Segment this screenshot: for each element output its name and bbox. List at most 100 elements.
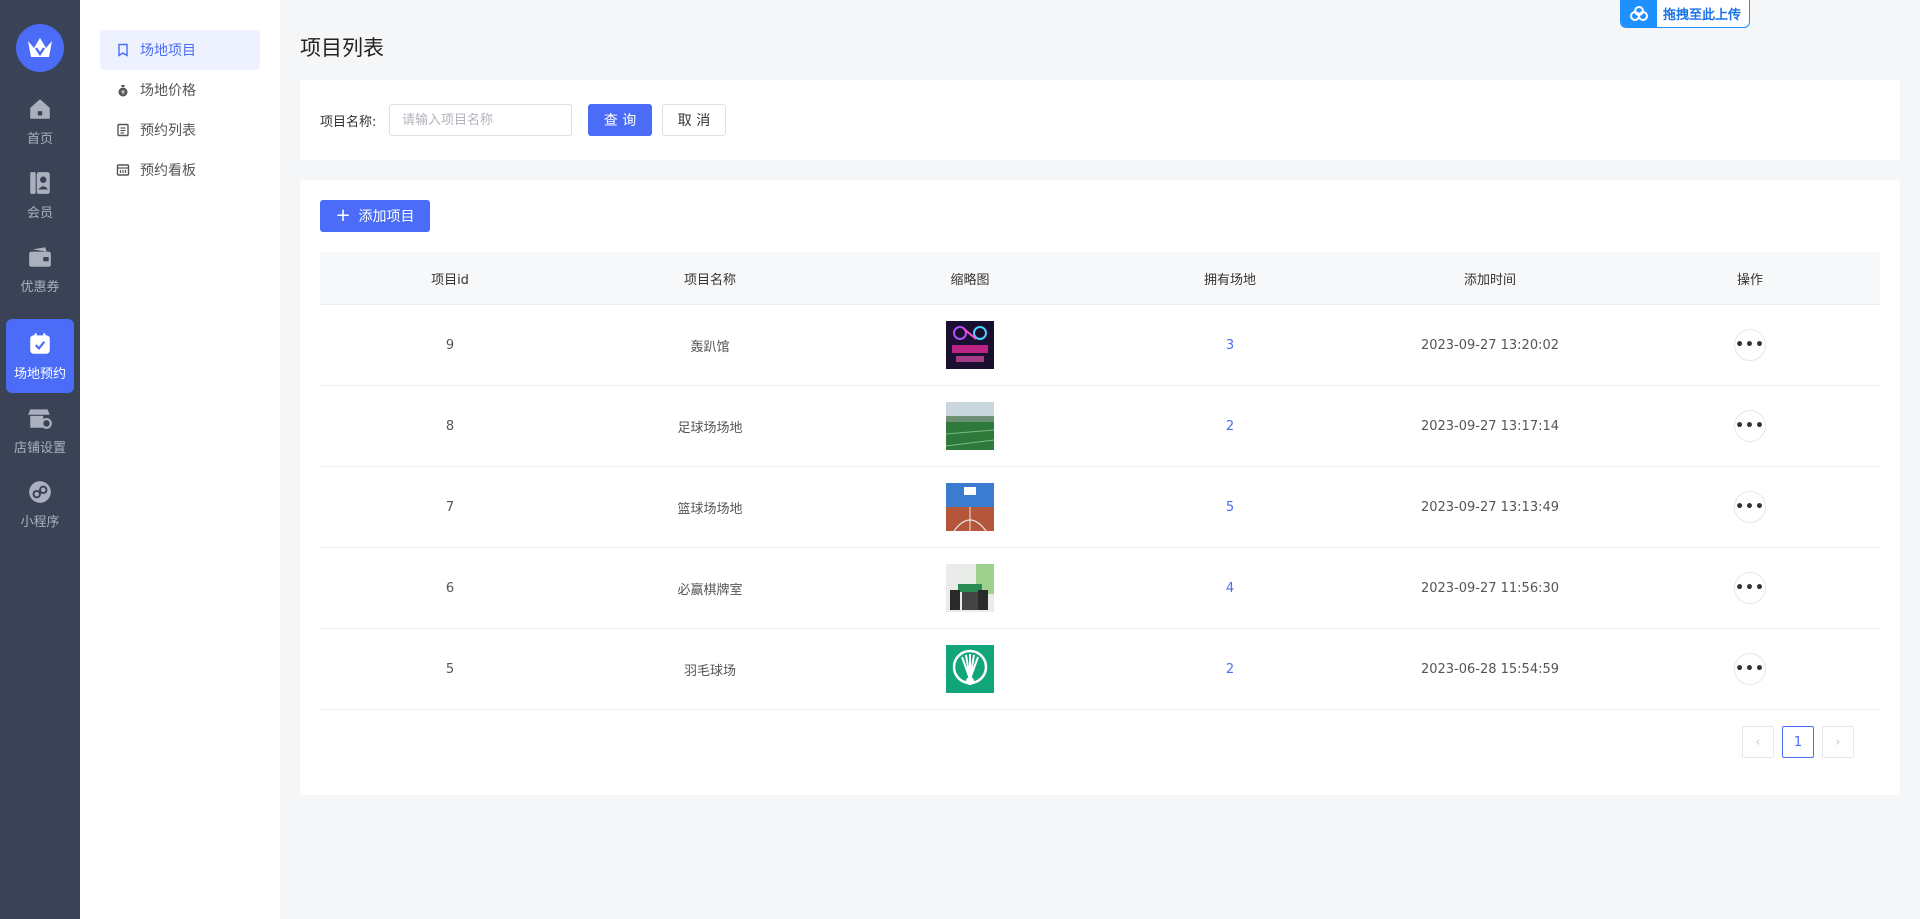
nav-home[interactable]: 首页 [6,84,74,158]
next-page-button[interactable]: › [1822,726,1854,758]
nav-mini-program[interactable]: 小程序 [6,467,74,541]
cell-name: 轰趴馆 [690,339,730,355]
cell-id: 9 [445,337,455,353]
cell-thumbnail [840,564,1100,612]
football-field-thumbnail[interactable] [946,402,994,450]
cell-id: 6 [445,580,455,596]
basketball-court-thumbnail[interactable] [946,483,994,531]
more-dots-icon: ••• [1735,580,1765,596]
project-name-input[interactable] [389,104,572,136]
chess-room-thumbnail[interactable] [946,564,994,612]
sub-sidebar: 场地项目 ¥ 场地价格 预约列表 预约看板 [80,0,280,919]
page-title: 项目列表 [300,36,384,60]
subnav-venue-projects[interactable]: 场地项目 [100,30,260,70]
subnav-label: 预约列表 [140,123,196,139]
board-icon [116,164,130,176]
query-button[interactable]: 查 询 [588,104,652,136]
subnav-booking-list[interactable]: 预约列表 [100,110,260,150]
plus-icon: + [335,205,351,226]
bookmark-icon [118,43,128,57]
add-project-button[interactable]: + 添加项目 [320,200,430,232]
more-actions-button[interactable]: ••• [1734,329,1766,361]
mini-program-icon [29,480,51,503]
project-table-panel: + 添加项目 项目id 项目名称 缩略图 拥有场地 添加时间 操作 9 轰趴馆 [300,180,1900,795]
subnav-label: 场地价格 [140,83,196,99]
cell-venue-count[interactable]: 5 [1100,500,1360,515]
table-row: 9 轰趴馆 3 2023-09-27 13:20:02 ••• [320,305,1880,386]
nav-home-label: 首页 [26,131,53,147]
cell-added-time: 2023-09-27 13:13:49 [1420,499,1560,515]
col-header-thumbnail: 缩略图 [950,272,990,288]
nav-venue-booking-label: 场地预约 [13,366,66,382]
prev-page-button[interactable]: ‹ [1742,726,1774,758]
cell-venue-count[interactable]: 2 [1100,419,1360,434]
nav-coupon-label: 优惠券 [20,279,60,295]
cancel-button[interactable]: 取 消 [662,104,726,136]
cell-thumbnail [840,402,1100,450]
more-actions-button[interactable]: ••• [1734,410,1766,442]
more-dots-icon: ••• [1735,337,1765,353]
cell-thumbnail [840,321,1100,369]
cell-added-time: 2023-06-28 15:54:59 [1420,661,1560,677]
cell-id: 8 [445,418,455,434]
table-row: 8 足球场场地 2 2023-09-27 13:17:14 ••• [320,386,1880,467]
subnav-booking-board[interactable]: 预约看板 [100,150,260,190]
table-row: 7 篮球场场地 5 2023-09-27 13:13:49 ••• [320,467,1880,548]
cell-actions: ••• [1620,410,1880,442]
more-actions-button[interactable]: ••• [1734,491,1766,523]
drag-upload-badge[interactable]: 拖拽至此上传 [1620,0,1750,28]
col-header-added-time: 添加时间 [1463,272,1516,288]
badminton-thumbnail[interactable] [946,645,994,693]
col-header-id: 项目id [431,272,469,288]
cell-added-time: 2023-09-27 13:20:02 [1420,337,1560,353]
col-header-actions: 操作 [1736,272,1763,288]
table-row: 6 必赢棋牌室 4 2023-09-27 11:56:30 ••• [320,548,1880,629]
project-table: 项目id 项目名称 缩略图 拥有场地 添加时间 操作 9 轰趴馆 3 2023-… [320,252,1880,710]
nav-store-settings[interactable]: 店铺设置 [6,393,74,467]
cell-added-time: 2023-09-27 11:56:30 [1420,580,1560,596]
subnav-venue-price[interactable]: ¥ 场地价格 [100,70,260,110]
cell-name: 篮球场场地 [677,501,743,517]
nav-store-settings-label: 店铺设置 [13,440,66,456]
cell-actions: ••• [1620,329,1880,361]
cell-added-time: 2023-09-27 13:17:14 [1420,418,1560,434]
nav-member[interactable]: 会员 [6,158,74,232]
cell-venue-count[interactable]: 3 [1100,338,1360,353]
cell-actions: ••• [1620,653,1880,685]
col-header-venues: 拥有场地 [1203,272,1256,288]
cell-thumbnail [840,645,1100,693]
search-panel: 项目名称: 查 询 取 消 [300,80,1900,160]
main-nav-rail: 首页 会员 优惠券 场地预约 店铺设置 小程序 [0,0,80,919]
home-icon [30,98,50,119]
upload-badge-label: 拖拽至此上传 [1663,8,1742,23]
cell-venue-count[interactable]: 4 [1100,581,1360,596]
project-name-label: 项目名称: [320,115,377,130]
nav-venue-booking[interactable]: 场地预约 [6,319,74,393]
nav-coupon[interactable]: 优惠券 [6,232,74,306]
cell-thumbnail [840,483,1100,531]
col-header-name: 项目名称 [683,272,736,288]
cell-name: 必赢棋牌室 [677,582,743,598]
cell-actions: ••• [1620,491,1880,523]
cell-id: 5 [445,661,455,677]
page-number-button[interactable]: 1 [1782,726,1814,758]
table-row: 5 羽毛球场 2 2023-06-28 15:54:59 ••• [320,629,1880,710]
money-bag-icon: ¥ [118,85,128,97]
more-actions-button[interactable]: ••• [1734,653,1766,685]
crown-icon [28,38,52,57]
party-hall-thumbnail[interactable] [946,321,994,369]
subnav-label: 预约看板 [140,163,196,179]
calendar-check-icon [30,332,50,354]
more-dots-icon: ••• [1735,499,1765,515]
more-actions-button[interactable]: ••• [1734,572,1766,604]
app-logo[interactable] [16,24,64,72]
cell-venue-count[interactable]: 2 [1100,662,1360,677]
cell-name: 羽毛球场 [683,663,736,679]
more-dots-icon: ••• [1735,661,1765,677]
svg-text:¥: ¥ [121,89,125,96]
list-doc-icon [117,123,129,137]
more-dots-icon: ••• [1735,418,1765,434]
cell-actions: ••• [1620,572,1880,604]
member-icon [30,171,50,194]
coupon-icon [29,246,51,267]
